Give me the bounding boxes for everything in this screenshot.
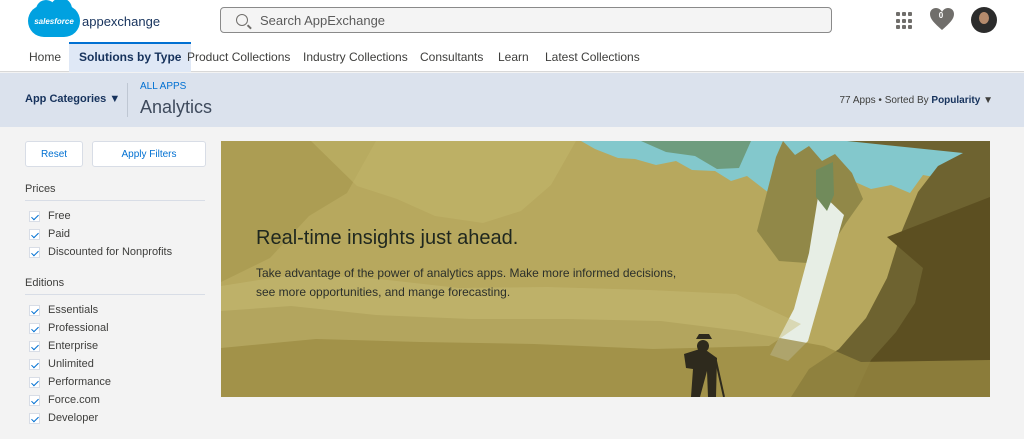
- breadcrumb[interactable]: ALL APPS: [140, 81, 186, 92]
- chevron-down-icon: ▼: [983, 95, 993, 106]
- edition-performance-filter[interactable]: Performance: [29, 374, 111, 390]
- price-paid-filter[interactable]: Paid: [29, 226, 70, 242]
- salesforce-cloud-logo: salesforce: [28, 0, 80, 37]
- filter-label: Force.com: [48, 394, 100, 406]
- hero-description: Take advantage of the power of analytics…: [256, 266, 677, 299]
- tab-solutions-by-type[interactable]: Solutions by Type: [69, 42, 192, 72]
- category-divider: [127, 83, 128, 117]
- filter-label: Essentials: [48, 304, 99, 316]
- edition-essentials-filter[interactable]: Essentials: [29, 302, 98, 318]
- checked-icon[interactable]: [29, 304, 40, 316]
- tab-consultants[interactable]: Consultants: [420, 42, 483, 72]
- grid-icon[interactable]: [896, 12, 914, 30]
- filter-label: Professional: [48, 322, 109, 334]
- filter-label: Free: [48, 210, 71, 222]
- top-navigation-bar: salesforce appexchange 0: [0, 0, 1024, 42]
- edition-developer-filter[interactable]: Developer: [29, 410, 98, 426]
- edition-enterprise-filter[interactable]: Enterprise: [29, 338, 98, 354]
- tab-industry-collections[interactable]: Industry Collections: [303, 42, 408, 72]
- page-title: Analytics: [140, 97, 213, 117]
- avatar[interactable]: [971, 7, 997, 33]
- edition-unlimited-filter[interactable]: Unlimited: [29, 356, 94, 372]
- main-tabs: Home Solutions by Type Product Collectio…: [0, 42, 1024, 72]
- app-count: 77 Apps • Sorted By: [839, 95, 929, 106]
- app-categories-label: App Categories: [25, 93, 107, 105]
- salesforce-logo-text: salesforce: [34, 16, 74, 26]
- reset-button[interactable]: Reset: [25, 141, 83, 167]
- checked-icon[interactable]: [29, 412, 40, 424]
- filter-divider: [25, 294, 205, 295]
- filter-label: Performance: [48, 376, 111, 388]
- checked-icon[interactable]: [29, 340, 40, 352]
- analytics-hero-banner: Real-time insights just ahead. Take adva…: [221, 141, 990, 397]
- appexchange-logo[interactable]: salesforce appexchange: [28, 0, 161, 37]
- price-free-filter[interactable]: Free: [29, 208, 71, 224]
- search-bar[interactable]: [220, 7, 832, 33]
- tab-latest-collections[interactable]: Latest Collections: [545, 42, 640, 72]
- filter-label: Unlimited: [48, 358, 94, 370]
- checked-icon[interactable]: [29, 394, 40, 406]
- category-header: App Categories ▼ ALL APPS Analytics 77 A…: [0, 73, 1024, 127]
- filter-label: Paid: [48, 228, 71, 240]
- search-input[interactable]: [260, 12, 800, 28]
- checked-icon[interactable]: [29, 228, 40, 240]
- tab-learn[interactable]: Learn: [498, 42, 529, 72]
- checked-icon[interactable]: [29, 210, 40, 222]
- appexchange-logo-text: appexchange: [82, 13, 161, 29]
- checked-icon[interactable]: [29, 358, 40, 370]
- prices-filter-title: Prices: [25, 183, 56, 195]
- apply-filters-button[interactable]: Apply Filters: [92, 141, 206, 167]
- checked-icon[interactable]: [29, 376, 40, 388]
- chevron-down-icon: ▼: [109, 93, 121, 105]
- sort-control[interactable]: 77 Apps • Sorted By Popularity ▼: [840, 95, 994, 106]
- hero-title: Real-time insights just ahead.: [256, 227, 519, 249]
- sort-value: Popularity: [931, 95, 981, 106]
- edition-professional-filter[interactable]: Professional: [29, 320, 109, 336]
- tab-home[interactable]: Home: [29, 42, 61, 72]
- checked-icon[interactable]: [29, 322, 40, 334]
- edition-force-filter[interactable]: Force.com: [29, 392, 100, 408]
- app-categories-dropdown[interactable]: App Categories ▼: [25, 93, 120, 105]
- favorites-count: 0: [938, 11, 944, 20]
- filter-divider: [25, 200, 205, 201]
- tab-product-collections[interactable]: Product Collections: [187, 42, 290, 72]
- checked-icon[interactable]: [29, 246, 40, 258]
- filter-label: Enterprise: [48, 340, 99, 352]
- price-discounted-filter[interactable]: Discounted for Nonprofits: [29, 244, 172, 260]
- filter-label: Developer: [48, 412, 99, 424]
- heart-icon[interactable]: 0: [929, 8, 955, 32]
- editions-filter-title: Editions: [25, 277, 65, 289]
- filter-label: Discounted for Nonprofits: [48, 246, 173, 258]
- search-icon: [236, 14, 248, 26]
